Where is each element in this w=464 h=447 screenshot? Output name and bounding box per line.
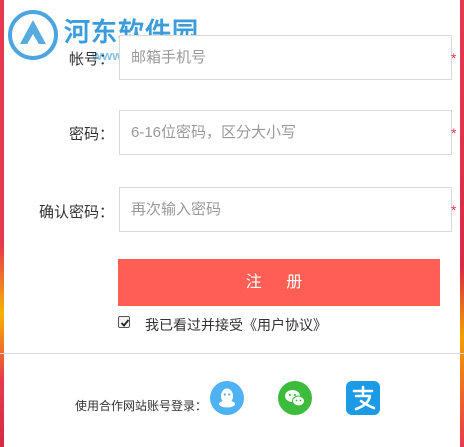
divider bbox=[0, 353, 464, 354]
account-required-mark: * bbox=[451, 50, 457, 66]
password-input[interactable]: 6-16位密码，区分大小写 bbox=[119, 110, 452, 155]
left-edge-decoration bbox=[0, 0, 4, 447]
account-label: 帐号： bbox=[68, 51, 114, 68]
register-button[interactable]: 注 册 bbox=[118, 259, 440, 306]
agreement-text[interactable]: 我已看过并接受《用户协议》 bbox=[145, 315, 327, 335]
confirm-password-input[interactable]: 再次输入密码 bbox=[119, 187, 452, 232]
account-input[interactable]: 邮箱手机号 bbox=[119, 35, 452, 80]
watermark-logo-icon bbox=[8, 10, 58, 60]
confirm-password-placeholder: 再次输入密码 bbox=[131, 201, 222, 218]
password-label: 密码： bbox=[68, 126, 114, 143]
checkmark-icon bbox=[120, 319, 130, 327]
social-login-label: 使用合作网站账号登录： bbox=[75, 399, 208, 413]
qq-icon[interactable] bbox=[210, 381, 244, 415]
wechat-icon[interactable] bbox=[278, 381, 312, 415]
password-required-mark: * bbox=[451, 125, 457, 141]
password-placeholder: 6-16位密码，区分大小写 bbox=[131, 124, 297, 141]
agreement-checkbox[interactable] bbox=[118, 316, 130, 328]
alipay-icon[interactable] bbox=[346, 381, 380, 415]
account-placeholder: 邮箱手机号 bbox=[131, 49, 207, 66]
confirm-required-mark: * bbox=[451, 202, 457, 218]
right-edge-decoration bbox=[460, 0, 464, 447]
confirm-password-label: 确认密码： bbox=[38, 204, 114, 221]
